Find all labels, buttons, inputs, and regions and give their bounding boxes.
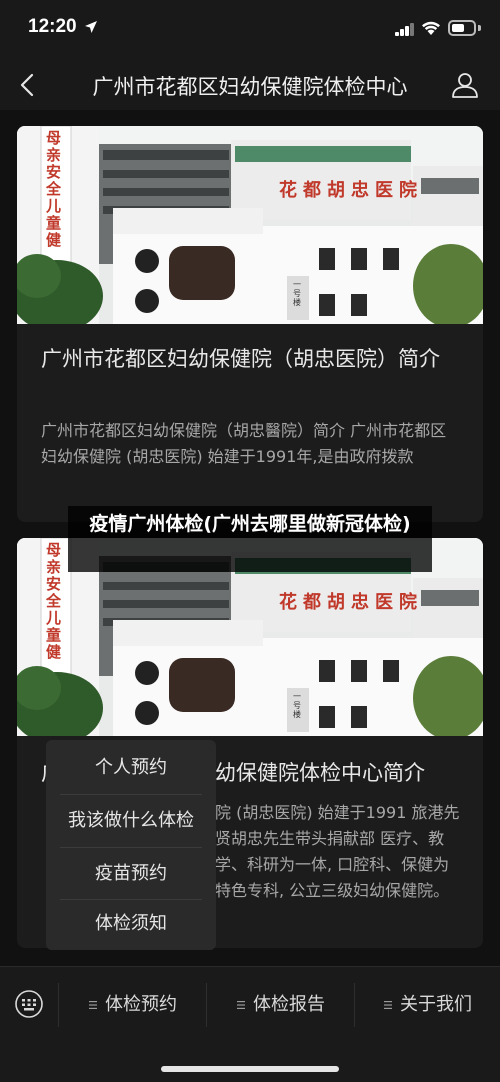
home-indicator[interactable]	[161, 1066, 339, 1072]
bottom-menu-item-about[interactable]: 关于我们	[356, 987, 500, 1023]
overlay-caption: 疫情广州体检(广州去哪里做新冠体检)	[68, 506, 432, 572]
back-arrow-icon[interactable]	[14, 70, 44, 100]
menu-lines-icon	[237, 1001, 245, 1009]
overlay-caption-text: 疫情广州体检(广州去哪里做新冠体检)	[89, 513, 411, 535]
user-icon[interactable]	[450, 70, 480, 100]
bottom-menu-item-report[interactable]: 体检报告	[208, 987, 354, 1023]
article-card[interactable]: 母亲安全儿童健 花都胡忠医院 一号楼 广州市花都区妇幼保健院（胡忠医院）简介 广…	[17, 126, 483, 522]
page-title: 广州市花都区妇幼保健院体检中心	[92, 75, 408, 99]
nav-bar: 广州市花都区妇幼保健院体检中心	[0, 60, 500, 110]
menu-lines-icon	[384, 1001, 392, 1009]
status-time: 12:20	[28, 16, 77, 37]
location-arrow-icon	[85, 21, 97, 33]
card-title: 广州市花都区妇幼保健院（胡忠医院）简介	[41, 347, 440, 371]
menu-separator	[58, 983, 59, 1027]
status-bar: 12:20	[0, 0, 500, 60]
menu-separator	[206, 983, 207, 1027]
wifi-icon	[422, 21, 440, 35]
signal-icon	[395, 22, 415, 36]
submenu-popup: 个人预约 我该做什么体检 疫苗预约 体检须知	[46, 740, 216, 950]
battery-icon	[448, 20, 476, 36]
submenu-item-personal-booking[interactable]: 个人预约	[46, 742, 216, 794]
submenu-item-what-checkup[interactable]: 我该做什么体检	[46, 795, 216, 847]
menu-lines-icon	[89, 1001, 97, 1009]
bottom-menu-bar: 体检预约 体检报告 关于我们	[0, 966, 500, 1082]
keyboard-icon[interactable]	[14, 989, 44, 1019]
bottom-menu-item-booking[interactable]: 体检预约	[60, 987, 206, 1023]
card-description: 院 (胡忠医院) 始建于1991 旅港先贤胡忠先生带头捐献部 医疗、教学、科研为…	[215, 803, 460, 900]
menu-separator	[354, 983, 355, 1027]
submenu-item-checkup-notes[interactable]: 体检须知	[46, 898, 216, 950]
bottom-menu-label: 关于我们	[400, 994, 472, 1015]
submenu-item-vaccine-booking[interactable]: 疫苗预约	[46, 848, 216, 900]
hospital-photo	[17, 126, 483, 324]
card-title: 幼保健院体检中心简介	[215, 761, 425, 785]
bottom-menu-label: 体检报告	[253, 994, 325, 1015]
battery-tip	[478, 25, 481, 31]
card-description: 广州市花都区妇幼保健院（胡忠醫院）简介 广州市花都区妇幼保健院 (胡忠医院) 始…	[41, 421, 447, 466]
bottom-menu-label: 体检预约	[105, 994, 177, 1015]
